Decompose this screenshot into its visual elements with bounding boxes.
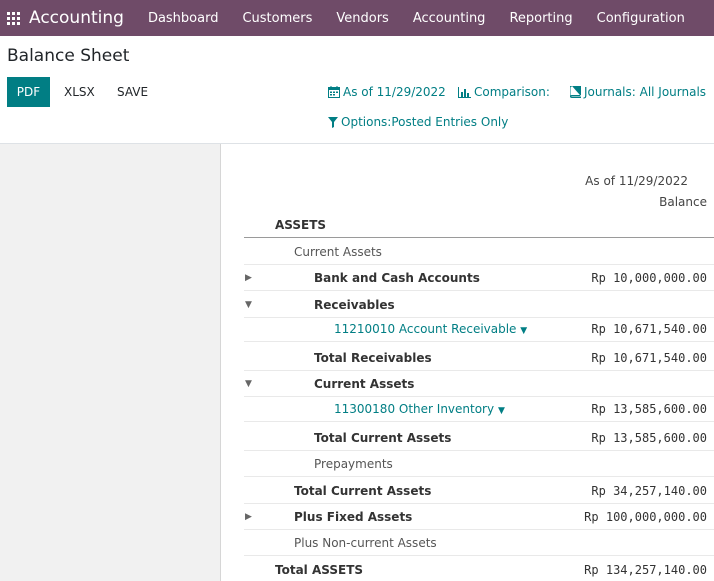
report-row-label: Current Assets [314, 376, 415, 391]
caret-down-icon[interactable]: ▼ [245, 300, 252, 310]
comparison-filter[interactable]: Comparison: [458, 85, 550, 99]
app-name[interactable]: Accounting [29, 8, 124, 28]
report-row-label: Bank and Cash Accounts [314, 270, 480, 285]
comparison-filter-label: Comparison: [474, 85, 550, 99]
bar-chart-icon [458, 86, 471, 98]
caret-down-icon[interactable]: ▼ [245, 379, 252, 389]
date-filter[interactable]: As of 11/29/2022 [328, 85, 446, 99]
xlsx-button[interactable]: XLSX [58, 77, 101, 107]
report-row-amount: Rp 13,585,600.00 [591, 430, 707, 445]
journals-filter[interactable]: Journals: All Journals [570, 85, 706, 99]
report-row-prepayments: Prepayments [244, 451, 714, 477]
nav-dashboard[interactable]: Dashboard [136, 11, 231, 26]
options-filter[interactable]: Options:Posted Entries Only [328, 115, 508, 129]
report-row-current-assets-group[interactable]: ▼ Current Assets [244, 371, 714, 397]
report-row-amount: Rp 100,000,000.00 [584, 509, 707, 524]
column-header-date: As of 11/29/2022 [585, 174, 688, 188]
account-link[interactable]: 11300180 Other Inventory ▼ [334, 402, 505, 416]
calendar-icon [328, 86, 340, 98]
account-link-label: 11300180 Other Inventory [334, 401, 495, 416]
report-row-label: Total Receivables [314, 350, 432, 365]
caret-down-icon: ▼ [520, 325, 528, 336]
nav-accounting[interactable]: Accounting [401, 11, 498, 26]
caret-right-icon[interactable]: ▶ [245, 512, 252, 522]
report-row-amount: Rp 10,671,540.00 [591, 350, 707, 365]
report-row-label: Plus Fixed Assets [294, 509, 413, 524]
report-row-label: Total Current Assets [294, 483, 432, 498]
report-row-fixed-assets[interactable]: ▶ Plus Fixed Assets Rp 100,000,000.00 [244, 504, 714, 530]
left-sidebar [0, 144, 221, 581]
report-row-total-current-assets-inner: Total Current Assets Rp 13,585,600.00 [244, 425, 714, 451]
report-row-label: ASSETS [275, 217, 327, 232]
report-row-other-inventory[interactable]: 11300180 Other Inventory ▼ Rp 13,585,600… [244, 396, 714, 422]
nav-vendors[interactable]: Vendors [324, 11, 400, 26]
journals-filter-label: Journals: All Journals [584, 85, 707, 99]
account-link-label: 11210010 Account Receivable [334, 321, 517, 336]
report-row-total-receivables: Total Receivables Rp 10,671,540.00 [244, 345, 714, 371]
options-filter-label: Options:Posted Entries Only [341, 115, 509, 129]
page-title: Balance Sheet [7, 46, 130, 66]
nav-customers[interactable]: Customers [230, 11, 324, 26]
nav-reporting[interactable]: Reporting [497, 11, 584, 26]
report-row-current-assets-header: Current Assets [244, 239, 714, 265]
report-row-amount: Rp 13,585,600.00 [591, 401, 707, 416]
report-row-total-current-assets: Total Current Assets Rp 34,257,140.00 [244, 478, 714, 504]
column-header-balance: Balance [659, 195, 707, 209]
pdf-button[interactable]: PDF [7, 77, 50, 107]
report-row-account-receivable[interactable]: 11210010 Account Receivable ▼ Rp 10,671,… [244, 316, 714, 342]
nav-configuration[interactable]: Configuration [585, 11, 697, 26]
account-link[interactable]: 11210010 Account Receivable ▼ [334, 322, 527, 336]
book-icon [570, 86, 581, 98]
caret-right-icon[interactable]: ▶ [245, 273, 252, 283]
report-row-label: Total ASSETS [275, 563, 364, 577]
report-row-amount: Rp 10,671,540.00 [591, 321, 707, 336]
report-row-label: Total Current Assets [314, 430, 452, 445]
top-navbar: Accounting Dashboard Customers Vendors A… [0, 0, 714, 36]
report-row-assets: ASSETS [244, 212, 714, 238]
report-row-bank-cash[interactable]: ▶ Bank and Cash Accounts Rp 10,000,000.0… [244, 265, 714, 291]
date-filter-label: As of 11/29/2022 [343, 85, 446, 99]
report-row-non-current-assets: Plus Non-current Assets [244, 530, 714, 556]
report-row-label: Current Assets [294, 244, 382, 259]
report-row-label: Prepayments [314, 456, 393, 471]
report-row-receivables[interactable]: ▼ Receivables [244, 292, 714, 318]
apps-menu-icon[interactable] [0, 0, 26, 36]
save-button[interactable]: SAVE [111, 77, 154, 107]
report-row-amount: Rp 34,257,140.00 [591, 483, 707, 498]
report-row-label: Receivables [314, 297, 395, 312]
report-row-label: Plus Non-current Assets [294, 535, 437, 550]
report-row-amount: Rp 10,000,000.00 [591, 270, 707, 285]
caret-down-icon: ▼ [497, 405, 505, 416]
filter-icon [328, 116, 338, 128]
report-row-amount: Rp 134,257,140.00 [584, 563, 707, 577]
report-row-total-assets: Total ASSETS Rp 134,257,140.00 [244, 557, 714, 581]
